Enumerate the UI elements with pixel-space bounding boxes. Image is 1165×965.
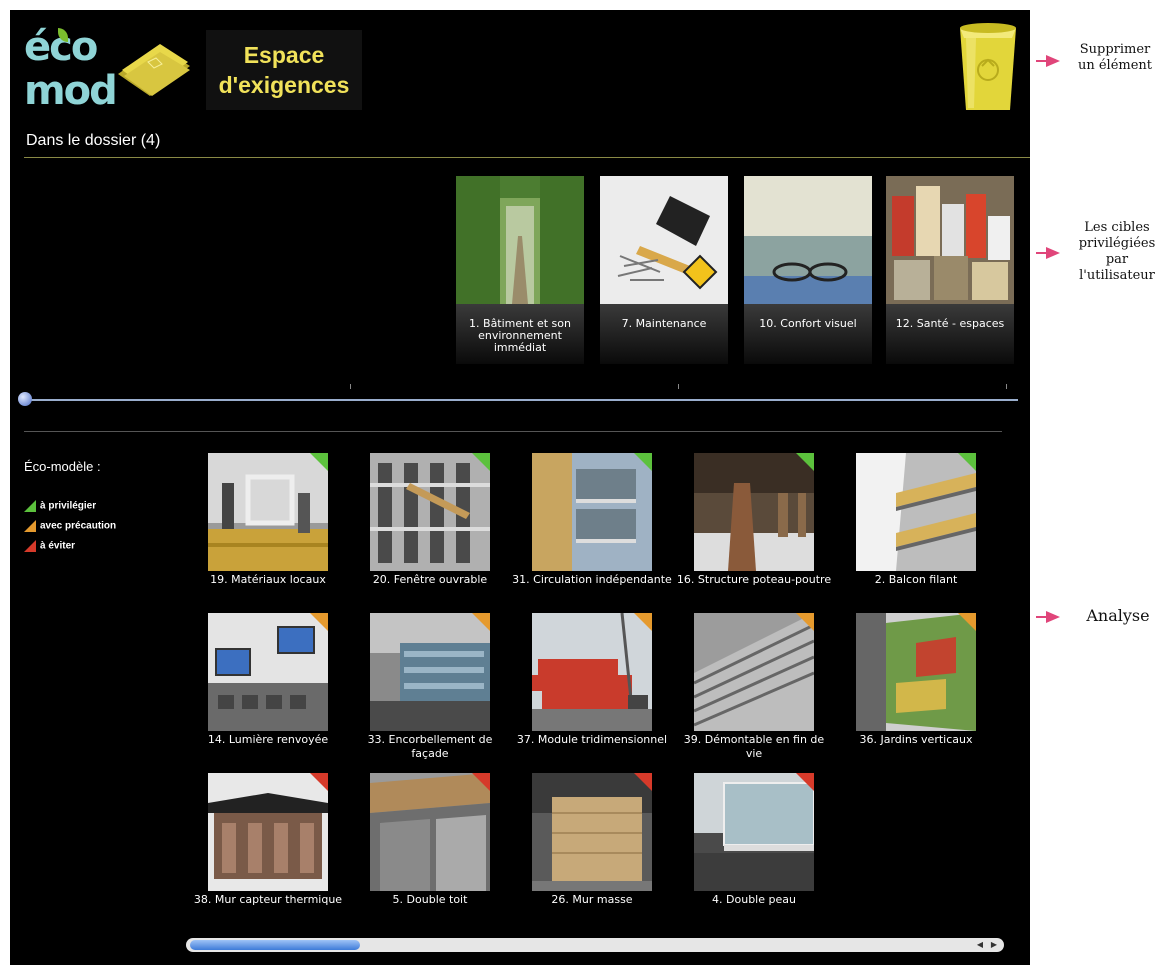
target-card[interactable]: 10. Confort visuel (744, 176, 872, 364)
status-corner (796, 773, 814, 791)
model-label: 16. Structure poteau-poutre (676, 573, 832, 586)
target-thumbnail (600, 176, 728, 304)
slider-tick (1006, 384, 1007, 389)
target-label: 10. Confort visuel (744, 304, 872, 364)
status-corner (472, 613, 490, 631)
model-thumbnail (856, 613, 976, 731)
status-corner (310, 453, 328, 471)
model-label: 33. Encorbellement de façade (367, 733, 493, 760)
target-card[interactable]: 12. Santé - espaces (886, 176, 1014, 364)
arrow-icon (1036, 611, 1060, 623)
model-thumbnail (208, 453, 328, 571)
model-thumbnail (694, 453, 814, 571)
status-corner (796, 613, 814, 631)
legend-label: avec précaution (40, 520, 117, 532)
divider (24, 431, 1002, 432)
folder-icon[interactable] (114, 40, 194, 100)
model-label: 14. Lumière renvoyée (207, 733, 329, 746)
model-thumbnail (532, 773, 652, 891)
target-label: 12. Santé - espaces (886, 304, 1014, 364)
model-thumbnail (694, 613, 814, 731)
status-corner (634, 453, 652, 471)
status-corner (634, 613, 652, 631)
target-thumbnail (744, 176, 872, 304)
status-corner (796, 453, 814, 471)
model-thumbnail (370, 613, 490, 731)
model-label: 36. Jardins verticaux (859, 733, 973, 746)
arrow-icon (1036, 247, 1060, 259)
eco-mod-window: éco mod Espace d'exigences Dans le dossi… (10, 10, 1030, 965)
annotation-analysis: Analyse (1086, 606, 1150, 625)
model-label: 38. Mur capteur thermique (193, 893, 343, 906)
legend-item: à éviter (24, 540, 75, 552)
status-corner (310, 613, 328, 631)
target-card[interactable]: 1. Bâtiment et son environnement immédia… (456, 176, 584, 364)
status-corner (634, 773, 652, 791)
model-thumbnail (532, 453, 652, 571)
legend-item: à privilégier (24, 500, 96, 512)
model-label: 2. Balcon filant (874, 573, 958, 586)
model-label: 31. Circulation indépendante (512, 573, 672, 586)
target-thumbnail (456, 176, 584, 304)
logo-line2: mod (24, 68, 118, 114)
target-label: 7. Maintenance (600, 304, 728, 364)
red-triangle-icon (24, 540, 36, 552)
legend-label: à éviter (40, 540, 76, 552)
slider-thumb[interactable] (18, 392, 32, 406)
status-corner (472, 773, 490, 791)
divider (24, 157, 1030, 158)
dossier-heading: Dans le dossier (4) (26, 132, 161, 149)
trash-icon[interactable] (954, 20, 1022, 114)
scrollbar-thumb[interactable] (190, 940, 360, 950)
slider-tick (678, 384, 679, 389)
model-thumbnail (208, 773, 328, 891)
legend-item: avec précaution (24, 520, 116, 532)
model-thumbnail (856, 453, 976, 571)
status-corner (472, 453, 490, 471)
model-thumbnail (532, 613, 652, 731)
model-label: 26. Mur masse (551, 893, 633, 906)
model-label: 19. Matériaux locaux (210, 573, 326, 586)
target-label: 1. Bâtiment et son environnement immédia… (456, 304, 584, 364)
slider-track[interactable] (20, 399, 1018, 401)
scroll-right-icon[interactable]: ▶ (988, 939, 1000, 951)
status-corner (958, 453, 976, 471)
target-card[interactable]: 7. Maintenance (600, 176, 728, 364)
target-thumbnail (886, 176, 1014, 304)
slider-tick (350, 384, 351, 389)
model-label: 5. Double toit (392, 893, 468, 906)
status-corner (310, 773, 328, 791)
model-thumbnail (370, 773, 490, 891)
model-thumbnail (370, 453, 490, 571)
model-label: 20. Fenêtre ouvrable (372, 573, 488, 586)
page-title: Espace d'exigences (206, 30, 362, 110)
eco-mod-logo: éco mod (24, 24, 118, 114)
legend-label: à privilégier (40, 500, 97, 512)
arrow-icon (1036, 55, 1060, 67)
model-thumbnail (208, 613, 328, 731)
annotation-targets: Les cibles privilégiées par l'utilisateu… (1078, 220, 1156, 283)
annotation-trash: Supprimer un élément (1077, 42, 1153, 73)
scroll-left-icon[interactable]: ◀ (974, 939, 986, 951)
legend-title: Éco-modèle : (24, 459, 101, 474)
model-label: 4. Double peau (712, 893, 796, 906)
model-label: 39. Démontable en fin de vie (683, 733, 825, 760)
green-triangle-icon (24, 500, 36, 512)
status-corner (958, 613, 976, 631)
model-label: 37. Module tridimensionnel (516, 733, 668, 746)
orange-triangle-icon (24, 520, 36, 532)
model-thumbnail (694, 773, 814, 891)
